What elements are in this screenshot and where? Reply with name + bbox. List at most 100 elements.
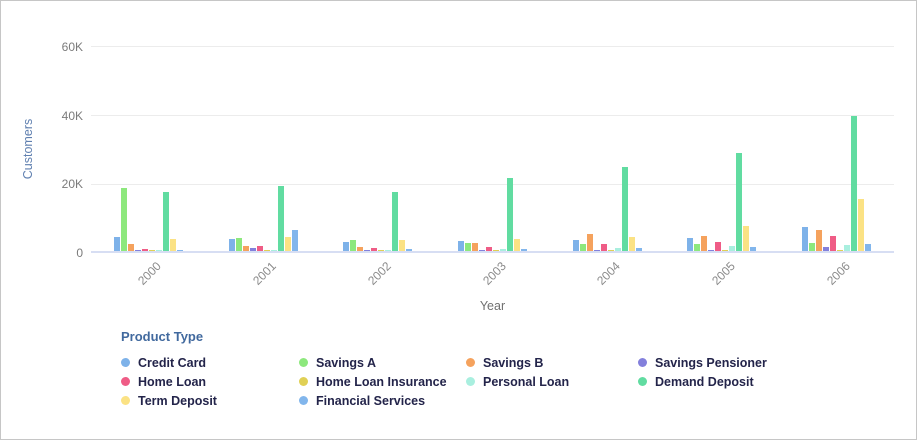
bar-demand-deposit-2002[interactable] — [392, 192, 398, 251]
bar-savings-a-2001[interactable] — [236, 238, 242, 251]
legend-item-home-loan[interactable]: Home Loan — [121, 375, 299, 389]
bar-demand-deposit-2001[interactable] — [278, 186, 284, 251]
bar-savings-b-2000[interactable] — [128, 244, 134, 251]
legend-item-savings-a[interactable]: Savings A — [299, 356, 466, 370]
legend-item-label: Home Loan — [138, 375, 206, 389]
gridline-40K — [91, 115, 894, 116]
bar-term-deposit-2005[interactable] — [743, 226, 749, 251]
legend-swatch-icon — [121, 396, 130, 405]
bar-demand-deposit-2005[interactable] — [736, 153, 742, 251]
bar-term-deposit-2006[interactable] — [858, 199, 864, 251]
legend-item-label: Credit Card — [138, 356, 206, 370]
legend-items: Credit Card Savings A Savings BSavings Pen… — [121, 353, 901, 410]
bar-savings-a-2004[interactable] — [580, 244, 586, 251]
bar-demand-deposit-2003[interactable] — [507, 178, 513, 251]
legend-item-label: Savings A — [316, 356, 376, 370]
legend-item-credit-card[interactable]: Credit Card — [121, 356, 299, 370]
bar-home-loan-2000[interactable] — [142, 249, 148, 251]
bar-chart-plot-area: Customers Year 020K40K60K200020012002200… — [91, 21, 894, 253]
bar-savings-pensioner-2000[interactable] — [135, 250, 141, 251]
bar-financial-services-2001[interactable] — [292, 230, 298, 251]
bar-home-loan-insurance-2001[interactable] — [264, 250, 270, 251]
bar-term-deposit-2001[interactable] — [285, 237, 291, 251]
bar-home-loan-insurance-2006[interactable] — [837, 250, 843, 251]
legend-item-term-deposit[interactable]: Term Deposit — [121, 394, 299, 408]
bar-personal-loan-2004[interactable] — [615, 248, 621, 251]
legend-swatch-icon — [466, 377, 475, 386]
bar-demand-deposit-2004[interactable] — [622, 167, 628, 251]
bar-savings-b-2005[interactable] — [701, 236, 707, 251]
legend-swatch-icon — [638, 358, 647, 367]
bar-savings-b-2004[interactable] — [587, 234, 593, 251]
y-tick-label-60K: 60K — [35, 39, 83, 55]
bar-savings-b-2002[interactable] — [357, 247, 363, 251]
legend-swatch-icon — [299, 396, 308, 405]
y-tick-label-40K: 40K — [35, 108, 83, 124]
bar-financial-services-2000[interactable] — [177, 250, 183, 251]
legend-item-demand-deposit[interactable]: Demand Deposit — [638, 375, 901, 389]
legend-swatch-icon — [638, 377, 647, 386]
bar-savings-a-2003[interactable] — [465, 243, 471, 251]
y-tick-label-0: 0 — [35, 245, 83, 261]
bar-personal-loan-2001[interactable] — [271, 250, 277, 251]
bar-demand-deposit-2006[interactable] — [851, 116, 857, 251]
bar-credit-card-2001[interactable] — [229, 239, 235, 251]
bar-savings-b-2003[interactable] — [472, 243, 478, 251]
bar-credit-card-2006[interactable] — [802, 227, 808, 251]
bar-savings-a-2006[interactable] — [809, 243, 815, 251]
legend-item-label: Home Loan Insurance — [316, 375, 447, 389]
bar-credit-card-2004[interactable] — [573, 240, 579, 251]
bar-personal-loan-2002[interactable] — [385, 250, 391, 251]
legend: Product Type Credit CardSavings ASavings… — [1, 329, 901, 410]
bar-personal-loan-2003[interactable] — [500, 249, 506, 251]
bar-term-deposit-2000[interactable] — [170, 239, 176, 251]
legend-item-personal-loan[interactable]: Personal Loan — [466, 375, 638, 389]
bar-term-deposit-2003[interactable] — [514, 239, 520, 251]
bar-credit-card-2005[interactable] — [687, 238, 693, 251]
bar-savings-a-2000[interactable] — [121, 188, 127, 251]
bar-home-loan-insurance-2005[interactable] — [722, 250, 728, 251]
legend-item-label: Financial Services — [316, 394, 425, 408]
bar-home-loan-2005[interactable] — [715, 242, 721, 251]
bar-home-loan-insurance-2004[interactable] — [608, 250, 614, 251]
legend-item-financial-services[interactable]: Financial Services — [299, 394, 466, 408]
bar-savings-pensioner-2001[interactable] — [250, 248, 256, 251]
bar-savings-pensioner-2002[interactable] — [364, 250, 370, 251]
bar-savings-pensioner-2004[interactable] — [594, 250, 600, 251]
bar-personal-loan-2006[interactable] — [844, 245, 850, 251]
bar-savings-pensioner-2005[interactable] — [708, 250, 714, 251]
gridline-60K — [91, 46, 894, 47]
bar-savings-pensioner-2003[interactable] — [479, 250, 485, 251]
bar-credit-card-2002[interactable] — [343, 242, 349, 251]
bar-savings-a-2002[interactable] — [350, 240, 356, 251]
gridline-20K — [91, 184, 894, 185]
bar-home-loan-2001[interactable] — [257, 246, 263, 251]
bar-term-deposit-2002[interactable] — [399, 240, 405, 251]
bar-personal-loan-2000[interactable] — [156, 250, 162, 251]
bar-financial-services-2002[interactable] — [406, 249, 412, 251]
bar-term-deposit-2004[interactable] — [629, 237, 635, 251]
bar-credit-card-2000[interactable] — [114, 237, 120, 251]
bar-home-loan-insurance-2002[interactable] — [378, 250, 384, 251]
bar-savings-b-2006[interactable] — [816, 230, 822, 251]
legend-item-savings-pensioner[interactable]: Savings Pensioner — [638, 356, 901, 370]
bar-home-loan-insurance-2003[interactable] — [493, 250, 499, 251]
bar-financial-services-2004[interactable] — [636, 248, 642, 251]
legend-swatch-icon — [299, 377, 308, 386]
bar-home-loan-insurance-2000[interactable] — [149, 250, 155, 251]
legend-item-savings-b[interactable]: Savings B — [466, 356, 638, 370]
bar-home-loan-2002[interactable] — [371, 248, 377, 251]
bar-credit-card-2003[interactable] — [458, 241, 464, 251]
bar-savings-b-2001[interactable] — [243, 246, 249, 251]
bar-home-loan-2003[interactable] — [486, 247, 492, 251]
bar-home-loan-2006[interactable] — [830, 236, 836, 251]
legend-item-home-loan-insurance[interactable]: Home Loan Insurance — [299, 375, 466, 389]
bar-savings-a-2005[interactable] — [694, 244, 700, 251]
bar-savings-pensioner-2006[interactable] — [823, 247, 829, 251]
bar-home-loan-2004[interactable] — [601, 244, 607, 251]
bar-demand-deposit-2000[interactable] — [163, 192, 169, 251]
bar-financial-services-2006[interactable] — [865, 244, 871, 251]
bar-financial-services-2003[interactable] — [521, 249, 527, 251]
bar-personal-loan-2005[interactable] — [729, 246, 735, 251]
bar-financial-services-2005[interactable] — [750, 247, 756, 251]
